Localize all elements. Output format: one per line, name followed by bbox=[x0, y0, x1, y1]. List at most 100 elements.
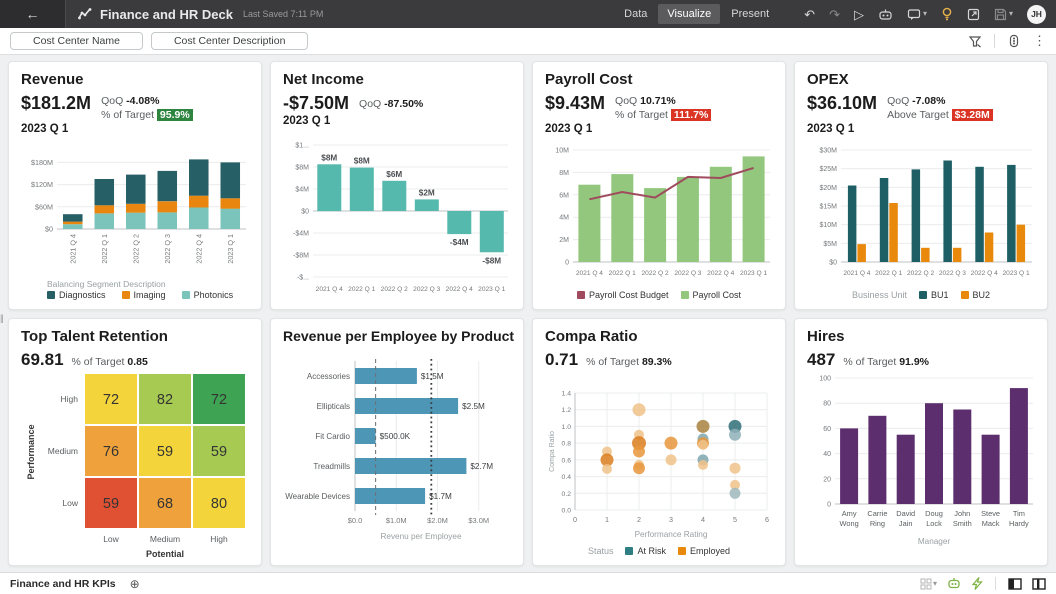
opex-chart[interactable]: $0 $5M $10M $15M $20M $25M $30M 2021 Q 4 2022 Q … bbox=[807, 144, 1035, 300]
svg-text:Doug: Doug bbox=[925, 509, 943, 518]
svg-text:High: High bbox=[210, 534, 228, 544]
kpi-value: 487 bbox=[807, 349, 836, 369]
svg-text:Smith: Smith bbox=[953, 519, 972, 528]
svg-text:Amy: Amy bbox=[842, 509, 857, 518]
svg-text:$2M: $2M bbox=[419, 188, 435, 197]
svg-text:$2.7M: $2.7M bbox=[470, 462, 493, 471]
card-revenue[interactable]: Revenue $181.2M QoQ -4.08% % of Target 9… bbox=[8, 61, 262, 310]
back-button[interactable]: ← bbox=[0, 0, 66, 28]
tab-present[interactable]: Present bbox=[722, 4, 778, 24]
comment-icon[interactable]: ▾ bbox=[907, 8, 927, 21]
last-saved-status: Last Saved 7:11 PM bbox=[242, 9, 324, 19]
svg-text:2022 Q 1: 2022 Q 1 bbox=[609, 270, 636, 277]
kpi-side: % of Target 91.9% bbox=[843, 355, 929, 368]
payroll-cost-chart[interactable]: 0 2M 4M 6M 8M 10M 2021 Q 4 2022 Q 1 2022 Q 2 2022… bbox=[545, 144, 773, 300]
data-quality-icon[interactable] bbox=[947, 577, 961, 590]
filter-funnel-icon[interactable] bbox=[968, 34, 982, 48]
card-compa-ratio[interactable]: Compa Ratio 0.71 % of Target 89.3% 0.0 0.… bbox=[532, 317, 786, 566]
compa-ratio-chart[interactable]: 0.0 0.2 0.4 0.6 0.8 1.0 1.2 1.4 0 1 2 3 4 5 6 Performan… bbox=[545, 388, 773, 557]
svg-text:2: 2 bbox=[637, 515, 641, 524]
card-payroll-cost[interactable]: Payroll Cost $9.43M QoQ 10.71% % of Targ… bbox=[532, 61, 786, 310]
svg-text:Low: Low bbox=[103, 534, 119, 544]
svg-text:0.4: 0.4 bbox=[562, 474, 572, 481]
card-title: Hires bbox=[807, 327, 845, 345]
kpi-period: 2023 Q 1 bbox=[283, 115, 331, 127]
target-value: 89.3% bbox=[641, 355, 672, 368]
user-avatar[interactable]: JH bbox=[1027, 4, 1046, 24]
svg-text:Medium: Medium bbox=[150, 534, 180, 544]
more-menu-icon[interactable]: ⋮ bbox=[1033, 33, 1046, 49]
qoq-value: -4.08% bbox=[126, 95, 160, 107]
svg-text:Jain: Jain bbox=[899, 519, 913, 528]
open-in-new-icon[interactable] bbox=[967, 8, 980, 21]
svg-text:Wearable Devices: Wearable Devices bbox=[285, 492, 350, 501]
toolbar-right-actions: ⋮ bbox=[968, 33, 1046, 49]
svg-text:3: 3 bbox=[669, 515, 673, 524]
svg-text:$0: $0 bbox=[45, 224, 53, 233]
svg-text:Wong: Wong bbox=[840, 519, 859, 528]
svg-text:2022 Q 1: 2022 Q 1 bbox=[100, 234, 109, 264]
lightbulb-icon[interactable] bbox=[941, 7, 953, 21]
svg-text:2022 Q 1: 2022 Q 1 bbox=[348, 286, 375, 293]
svg-text:2021 Q 4: 2021 Q 4 bbox=[68, 234, 77, 264]
svg-text:$15M: $15M bbox=[819, 203, 837, 210]
svg-text:2022 Q 4: 2022 Q 4 bbox=[194, 234, 203, 264]
svg-text:Revenu per Employee: Revenu per Employee bbox=[380, 532, 461, 541]
card-hires[interactable]: Hires 487 % of Target 91.9% 0 20 40 60 80 100… bbox=[794, 317, 1048, 566]
svg-text:$10M: $10M bbox=[819, 222, 837, 229]
save-icon[interactable]: ▾ bbox=[994, 8, 1013, 21]
card-title: Net Income bbox=[283, 71, 364, 88]
svg-text:80: 80 bbox=[211, 496, 227, 512]
run-icon[interactable]: ▷ bbox=[854, 8, 864, 21]
svg-text:$0.0: $0.0 bbox=[348, 516, 363, 525]
svg-text:68: 68 bbox=[157, 496, 173, 512]
target-value: 91.9% bbox=[899, 355, 929, 368]
svg-text:2022 Q 3: 2022 Q 3 bbox=[163, 234, 172, 264]
element-settings-icon[interactable] bbox=[1007, 34, 1021, 48]
tab-visualize[interactable]: Visualize bbox=[658, 4, 721, 24]
layout-left-panel-icon[interactable] bbox=[1008, 577, 1022, 590]
svg-text:-$4M: -$4M bbox=[450, 238, 469, 247]
net-income-chart[interactable]: $1... $8M $4M $0 -$4M -$8M -$... $8M 2021 Q 4 $8M… bbox=[283, 135, 511, 300]
hires-chart[interactable]: 0 20 40 60 80 100 Amy Wong Carrie Ring David Jain Do… bbox=[807, 370, 1035, 561]
target-badge: $3.28M bbox=[951, 109, 993, 122]
kpi-value: 0.71 bbox=[545, 349, 579, 369]
undo-icon[interactable]: ↶ bbox=[804, 8, 815, 21]
card-revenue-per-employee[interactable]: Revenue per Employee by Product $0.0 $1.0… bbox=[270, 317, 524, 566]
filter-pill-cost-center-description[interactable]: Cost Center Description bbox=[150, 32, 309, 50]
view-grid-icon[interactable]: ▾ bbox=[920, 578, 937, 590]
svg-text:-$8M: -$8M bbox=[293, 252, 309, 259]
svg-text:5: 5 bbox=[733, 515, 737, 524]
card-top-talent-retention[interactable]: Top Talent Retention 69.81 % of Target 0… bbox=[8, 317, 262, 566]
svg-text:$8M: $8M bbox=[321, 153, 337, 162]
svg-text:$5M: $5M bbox=[823, 240, 837, 247]
card-opex[interactable]: OPEX $36.10M QoQ -7.08% Above Target $3.… bbox=[794, 61, 1048, 310]
layout-split-panel-icon[interactable] bbox=[1032, 577, 1046, 590]
svg-text:2022 Q 3: 2022 Q 3 bbox=[939, 270, 966, 277]
page-tab-finance-hr-kpis[interactable]: Finance and HR KPIs bbox=[10, 578, 116, 590]
row-drag-handle[interactable]: || bbox=[0, 313, 4, 323]
svg-text:$0: $0 bbox=[829, 259, 837, 266]
svg-text:Carrie: Carrie bbox=[867, 509, 887, 518]
revenue-chart[interactable]: $0 $60M $120M $180M 2021 Q 4 2022 Q 1 2022 Q 2… bbox=[21, 149, 249, 300]
svg-text:Manager: Manager bbox=[918, 537, 951, 546]
retention-heatmap[interactable]: High 72 82 72 Medium 76 59 59 Low 59 68 80 Low Medium… bbox=[21, 370, 249, 566]
svg-text:76: 76 bbox=[103, 444, 119, 460]
schedule-export-icon[interactable] bbox=[878, 8, 893, 21]
spark-icon[interactable] bbox=[971, 577, 983, 590]
filter-pill-cost-center-name[interactable]: Cost Center Name bbox=[10, 32, 143, 50]
svg-text:Potential: Potential bbox=[146, 549, 184, 559]
svg-text:-$8M: -$8M bbox=[482, 256, 501, 265]
card-net-income[interactable]: Net Income -$7.50M QoQ -87.50% 2023 Q 1 … bbox=[270, 61, 524, 310]
revenue-per-employee-chart[interactable]: $0.0 $1.0M $2.0M $3.0M Accessories $1.5M Ellip… bbox=[283, 355, 511, 556]
svg-text:$6M: $6M bbox=[386, 169, 402, 178]
svg-text:Hardy: Hardy bbox=[1009, 519, 1029, 528]
tab-data[interactable]: Data bbox=[615, 4, 656, 24]
filter-toolbar: Cost Center Name Cost Center Description… bbox=[0, 28, 1056, 55]
add-page-icon[interactable]: ⊕ bbox=[130, 577, 140, 591]
kpi-period: 2023 Q 1 bbox=[807, 123, 855, 136]
redo-icon[interactable]: ↷ bbox=[829, 8, 840, 21]
svg-text:$1...: $1... bbox=[295, 142, 309, 149]
svg-text:$3.0M: $3.0M bbox=[468, 516, 489, 525]
svg-text:72: 72 bbox=[103, 392, 119, 408]
